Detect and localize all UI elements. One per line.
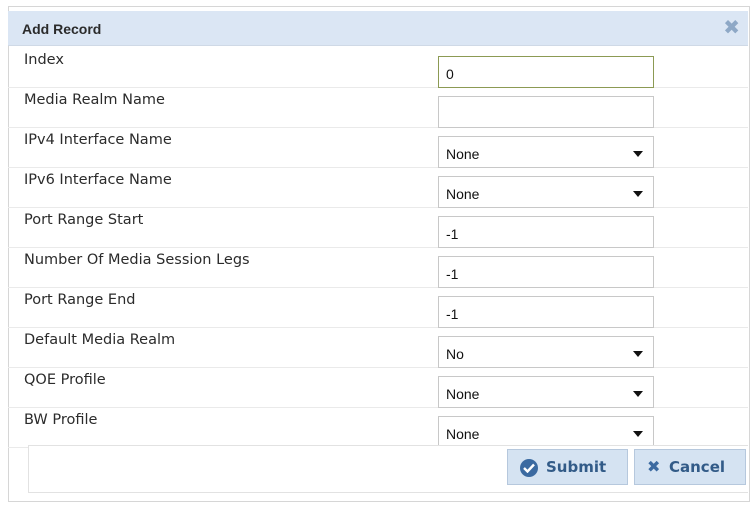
field-label: Default Media Realm [24,332,176,348]
text-input[interactable] [438,96,654,128]
field-label: Port Range End [24,292,136,308]
text-input[interactable]: -1 [438,256,654,288]
text-input[interactable]: -1 [438,216,654,248]
submit-button[interactable]: Submit [507,449,628,485]
form-row: Media Realm Name [8,88,748,128]
form-row: Number Of Media Session Legs -1 [8,248,748,288]
select-field[interactable]: None [438,416,654,448]
field-label: Media Realm Name [24,92,165,108]
check-circle-icon [520,459,538,477]
select-field[interactable]: None [438,136,654,168]
field-value: None [446,146,480,162]
form-row: Index 0 [8,48,748,88]
field-value: 0 [446,66,454,82]
x-icon: ✖ [647,457,661,476]
field-value: -1 [446,226,459,242]
select-field[interactable]: None [438,376,654,408]
form-row: IPv4 Interface Name None [8,128,748,168]
text-input[interactable]: -1 [438,296,654,328]
field-label: Index [24,52,64,68]
field-value: None [446,186,480,202]
form-row: Default Media Realm No [8,328,748,368]
dropdown-arrow-icon [633,431,643,437]
field-value: -1 [446,266,459,282]
form-row: IPv6 Interface Name None [8,168,748,208]
field-value: None [446,386,480,402]
field-label: BW Profile [24,412,98,428]
field-value: -1 [446,306,459,322]
select-field[interactable]: None [438,176,654,208]
form-row: BW Profile None [8,408,748,448]
select-field[interactable]: No [438,336,654,368]
dialog-title: Add Record [22,21,102,37]
dropdown-arrow-icon [633,151,643,157]
form-row: Port Range End -1 [8,288,748,328]
cancel-label: Cancel [669,458,726,476]
field-label: IPv4 Interface Name [24,132,172,148]
close-icon[interactable]: ✖ [723,15,740,39]
field-label: QOE Profile [24,372,106,388]
dropdown-arrow-icon [633,351,643,357]
dialog-titlebar: Add Record ✖ [8,11,748,46]
field-value: No [446,346,464,362]
dropdown-arrow-icon [633,391,643,397]
field-value: None [446,426,480,442]
field-label: Number Of Media Session Legs [24,252,250,268]
dropdown-arrow-icon [633,191,643,197]
field-label: IPv6 Interface Name [24,172,172,188]
submit-label: Submit [546,458,607,476]
field-label: Port Range Start [24,212,144,228]
form-row: Port Range Start -1 [8,208,748,248]
cancel-button[interactable]: ✖ Cancel [634,449,746,485]
form-row: QOE Profile None [8,368,748,408]
text-input[interactable]: 0 [438,56,654,88]
